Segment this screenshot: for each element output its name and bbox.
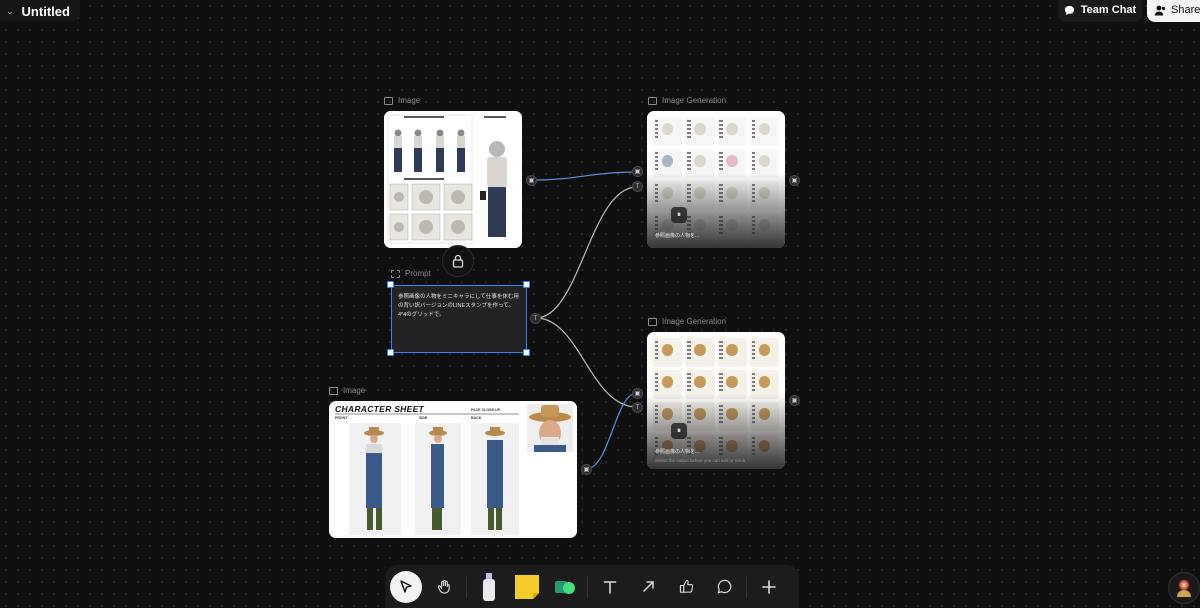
- image-port-icon: ▣: [791, 398, 798, 404]
- wire-image-to-gen-top: [530, 171, 638, 181]
- toolbar-separator: [587, 575, 588, 598]
- resize-handle-bottom-left[interactable]: [387, 349, 394, 356]
- image-generation-icon: [648, 317, 657, 326]
- lock-icon: [452, 254, 464, 268]
- gen-top-node-label: Image Generation: [648, 96, 726, 105]
- character-sheet-illustration: [335, 404, 573, 535]
- gen-bottom-node-label: Image Generation: [648, 317, 726, 326]
- gen-bottom-hint: Select the output before you can edit or…: [655, 458, 746, 463]
- gen-bottom-text-input-port[interactable]: T: [632, 402, 643, 413]
- connection-wires: [530, 171, 638, 470]
- gen-top-output-port[interactable]: ▣: [789, 175, 800, 186]
- resize-handle-bottom-right[interactable]: [523, 349, 530, 356]
- prompt-text[interactable]: 参照画像の人物をミニキャラにして仕事を休む用の背い訳バージョンのLINEスタンプ…: [398, 294, 519, 318]
- reference-image-card[interactable]: [384, 111, 522, 248]
- reference-image-thumbnail: [384, 111, 522, 248]
- image-node-title: Image: [398, 96, 421, 105]
- image-output-port[interactable]: ▣: [526, 175, 537, 186]
- image-port-icon: ▣: [634, 169, 641, 175]
- gen-bottom-output-port[interactable]: ▣: [789, 395, 800, 406]
- spray-bottle-icon: [483, 572, 495, 601]
- text-port-icon: T: [635, 183, 640, 190]
- gen-bottom-caption: 参照画像の人物を...: [655, 449, 700, 455]
- sticky-note-tool[interactable]: [511, 571, 543, 603]
- thumbs-up-icon: [679, 579, 693, 593]
- wire-prompt-to-gen-bottom: [535, 317, 638, 408]
- gen-top-text-input-port[interactable]: T: [632, 181, 643, 192]
- wire-sheet-to-gen-bottom: [585, 392, 638, 470]
- text-port-icon: T: [635, 404, 640, 411]
- avatar-icon: [1177, 580, 1191, 597]
- bottom-toolbar: [385, 565, 799, 608]
- text-tool[interactable]: [594, 571, 626, 603]
- image-node-label: Image: [384, 96, 420, 105]
- pointer-icon: [400, 579, 412, 593]
- hand-icon: [437, 579, 450, 594]
- comment-tool[interactable]: [708, 571, 740, 603]
- spray-tool[interactable]: [473, 571, 505, 603]
- sticky-note-icon: [515, 574, 539, 599]
- run-icon[interactable]: ⏸: [671, 423, 687, 439]
- arrow-icon: [642, 581, 654, 592]
- add-button[interactable]: [753, 571, 785, 603]
- prompt-output-port[interactable]: T: [530, 313, 541, 324]
- character-sheet-output-port[interactable]: ▣: [581, 464, 592, 475]
- hand-tool[interactable]: [428, 571, 460, 603]
- image-port-icon: ▣: [528, 178, 535, 184]
- gen-bottom-output-card[interactable]: ⏸ 参照画像の人物を... Select the output before y…: [647, 332, 785, 469]
- reaction-tool[interactable]: [670, 571, 702, 603]
- character-sheet-card[interactable]: CHARACTER SHEET FRONT SIDE BACK FACE CLO…: [329, 401, 577, 538]
- gen-top-image-input-port[interactable]: ▣: [632, 166, 643, 177]
- gen-top-node-title: Image Generation: [662, 96, 727, 105]
- wire-prompt-to-gen-top: [535, 186, 638, 319]
- image-generation-icon: [648, 96, 657, 105]
- gen-bottom-node-title: Image Generation: [662, 317, 727, 326]
- image-icon: [384, 96, 393, 105]
- image-port-icon: ▣: [583, 467, 590, 473]
- shapes-tool[interactable]: [549, 571, 581, 603]
- prompt-textbox[interactable]: 参照画像の人物をミニキャラにして仕事を休む用の背い訳バージョンのLINEスタンプ…: [391, 285, 527, 353]
- prompt-node-title: Prompt: [405, 269, 431, 278]
- prompt-icon: [391, 269, 400, 278]
- arrow-tool[interactable]: [632, 571, 664, 603]
- gen-top-caption: 参照画像の人物を...: [655, 233, 700, 239]
- plus-icon: [762, 579, 776, 594]
- lock-button[interactable]: [442, 245, 474, 277]
- prompt-node-label: Prompt: [391, 269, 431, 278]
- toolbar-separator: [466, 575, 467, 598]
- run-icon[interactable]: ⏸: [671, 207, 687, 223]
- image-icon: [329, 386, 338, 395]
- gen-top-output-card[interactable]: ⏸ 参照画像の人物を...: [647, 111, 785, 248]
- comment-icon: [717, 579, 731, 594]
- image-port-icon: ▣: [791, 178, 798, 184]
- user-avatar[interactable]: [1168, 572, 1200, 604]
- resize-handle-top-left[interactable]: [387, 281, 394, 288]
- resize-handle-top-right[interactable]: [523, 281, 530, 288]
- character-sheet-node-label: Image: [329, 386, 365, 395]
- select-tool[interactable]: [390, 570, 422, 603]
- text-port-icon: T: [533, 315, 538, 322]
- toolbar-separator: [746, 575, 747, 598]
- gen-bottom-image-input-port[interactable]: ▣: [632, 388, 643, 399]
- image-port-icon: ▣: [634, 391, 641, 397]
- text-icon: [603, 580, 617, 594]
- character-sheet-node-title: Image: [343, 386, 366, 395]
- shapes-icon: [555, 580, 575, 594]
